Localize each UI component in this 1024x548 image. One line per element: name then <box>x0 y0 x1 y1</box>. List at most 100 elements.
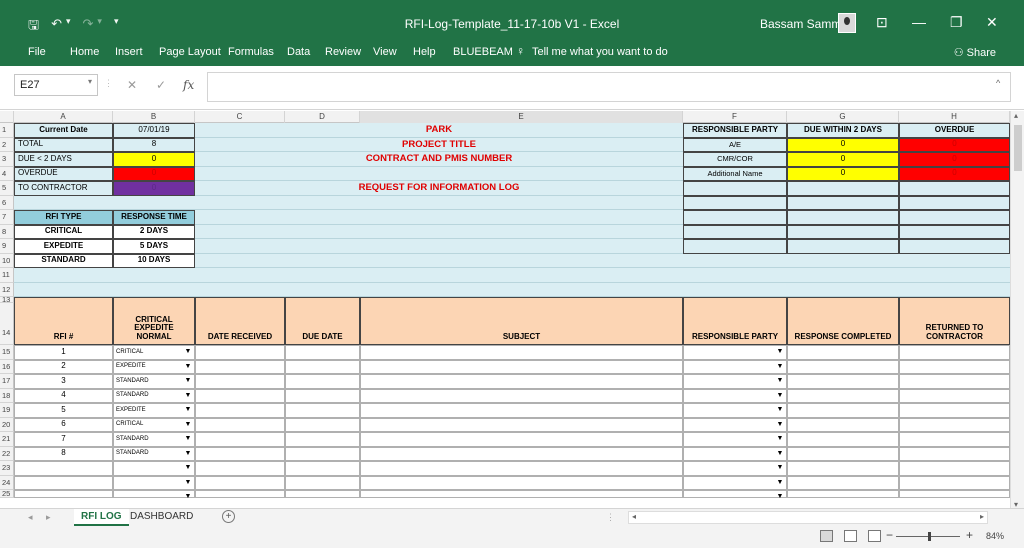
zoom-slider-thumb[interactable] <box>928 532 931 541</box>
tab-file[interactable]: File <box>28 46 46 58</box>
priority-dropdown-icon[interactable]: ▼ <box>183 493 193 501</box>
row-header-21[interactable]: 21 <box>0 432 14 447</box>
enter-icon[interactable]: ✓ <box>156 78 166 92</box>
row-header-5[interactable]: 5 <box>0 181 14 196</box>
row-header-2[interactable]: 2 <box>0 137 14 152</box>
row-header-19[interactable]: 19 <box>0 403 14 418</box>
row-header-7[interactable]: 7 <box>0 210 14 225</box>
formula-input[interactable] <box>207 72 1011 102</box>
vertical-scroll-thumb[interactable] <box>1014 125 1022 171</box>
scroll-right-icon[interactable]: ▸ <box>980 512 984 521</box>
rfi-number <box>14 476 113 491</box>
column-header-f[interactable]: F <box>683 111 787 123</box>
insert-function-icon[interactable]: fx <box>183 78 194 92</box>
scroll-up-icon[interactable]: ▴ <box>1014 111 1018 120</box>
user-avatar[interactable] <box>838 13 856 33</box>
row-header-22[interactable]: 22 <box>0 446 14 461</box>
row-header-6[interactable]: 6 <box>0 195 14 210</box>
tab-review[interactable]: Review <box>325 46 361 58</box>
rfi-number: 4 <box>61 390 66 400</box>
column-header-b[interactable]: B <box>113 111 195 123</box>
row-header-14[interactable]: 14 <box>0 303 14 345</box>
tab-split-icon[interactable]: ⋮ <box>606 512 615 523</box>
tab-formulas[interactable]: Formulas <box>228 46 274 58</box>
log-cell <box>683 388 787 403</box>
horizontal-scrollbar[interactable]: ◂ ▸ <box>628 511 988 524</box>
row-header-15[interactable]: 15 <box>0 345 14 360</box>
row-header-24[interactable]: 24 <box>0 475 14 490</box>
tab-insert[interactable]: Insert <box>115 46 143 58</box>
party-empty-cell <box>899 195 1010 210</box>
row-header-1[interactable]: 1 <box>0 123 14 138</box>
tab-view[interactable]: View <box>373 46 397 58</box>
log-cell <box>899 432 1010 447</box>
name-box[interactable]: E27 <box>14 74 98 96</box>
log-cell <box>360 345 683 360</box>
sheet-tab-rfi-log[interactable]: RFI LOG <box>74 509 129 526</box>
row-header-23[interactable]: 23 <box>0 461 14 476</box>
column-header-g[interactable]: G <box>787 111 899 123</box>
expand-formula-bar-icon[interactable]: ^ <box>996 78 1000 88</box>
lightbulb-icon: ♀ <box>516 44 525 58</box>
zoom-level[interactable]: 84% <box>986 531 1004 541</box>
cancel-icon[interactable]: ✕ <box>127 78 137 92</box>
zoom-in-icon[interactable]: + <box>966 528 973 542</box>
ribbon-display-icon[interactable]: ⊡ <box>876 14 888 31</box>
log-cell <box>360 417 683 432</box>
zoom-out-icon[interactable]: − <box>886 528 893 542</box>
party-name: A/E <box>683 137 787 152</box>
tab-bluebeam[interactable]: BLUEBEAM <box>453 46 513 58</box>
tab-page-layout[interactable]: Page Layout <box>159 46 221 58</box>
log-title: REQUEST FOR INFORMATION LOG <box>358 182 520 194</box>
tab-data[interactable]: Data <box>287 46 310 58</box>
row-header-4[interactable]: 4 <box>0 166 14 181</box>
close-icon[interactable]: ✕ <box>986 14 998 31</box>
select-all-corner[interactable] <box>0 111 14 123</box>
restore-icon[interactable]: ❐ <box>950 14 963 31</box>
minimize-icon[interactable]: — <box>912 14 926 30</box>
prev-sheet-icon[interactable]: ◂ <box>28 512 33 523</box>
total-value: 8 <box>113 137 195 152</box>
row-header-25[interactable]: 25 <box>0 490 14 498</box>
row-header-20[interactable]: 20 <box>0 417 14 432</box>
row-header-11[interactable]: 11 <box>0 268 14 283</box>
worksheet-grid[interactable]: ABCDEFGH 1 2 3 4 5 6 7 8 9 10 11 12 13 14 15 16 17 18 19 20… <box>0 111 1010 509</box>
log-cell <box>195 417 285 432</box>
row-header-9[interactable]: 9 <box>0 239 14 254</box>
row-header-3[interactable]: 3 <box>0 152 14 167</box>
rfi-type-time: 2 DAYS <box>113 224 195 239</box>
rfi-type-name: STANDARD <box>14 253 113 268</box>
log-cell <box>285 345 360 360</box>
ribbon-tabs: File Home Insert Page Layout Formulas Da… <box>0 44 1024 66</box>
party-overdue-value: 0 <box>899 137 1010 152</box>
share-button[interactable]: ⚇ Share <box>954 46 996 59</box>
tab-home[interactable]: Home <box>70 46 99 58</box>
column-header-h[interactable]: H <box>899 111 1010 123</box>
column-header-c[interactable]: C <box>195 111 285 123</box>
row-header-8[interactable]: 8 <box>0 224 14 239</box>
row-header-18[interactable]: 18 <box>0 388 14 403</box>
tell-me-search[interactable]: Tell me what you want to do <box>532 46 668 58</box>
row-header-16[interactable]: 16 <box>0 359 14 374</box>
log-cell <box>787 359 899 374</box>
column-header-d[interactable]: D <box>285 111 360 123</box>
next-sheet-icon[interactable]: ▸ <box>46 512 51 523</box>
log-cell <box>360 461 683 476</box>
scroll-left-icon[interactable]: ◂ <box>632 512 636 521</box>
page-break-view-icon[interactable] <box>868 530 881 542</box>
tab-help[interactable]: Help <box>413 46 436 58</box>
party-empty-cell <box>787 210 899 225</box>
row-header-17[interactable]: 17 <box>0 374 14 389</box>
log-cell <box>899 388 1010 403</box>
column-header-a[interactable]: A <box>14 111 113 123</box>
responsible-party-dropdown-icon[interactable]: ▼ <box>775 493 785 501</box>
sheet-tab-dashboard[interactable]: DASHBOARD <box>130 511 193 522</box>
normal-view-icon[interactable] <box>820 530 833 542</box>
name-box-dropdown-icon[interactable]: ▾ <box>88 77 92 86</box>
row-header-10[interactable]: 10 <box>0 253 14 268</box>
column-header-e[interactable]: E <box>360 111 683 123</box>
page-layout-view-icon[interactable] <box>844 530 857 542</box>
vertical-scrollbar[interactable]: ▴ ▾ <box>1010 111 1024 509</box>
add-sheet-icon[interactable]: + <box>222 510 235 523</box>
log-cell <box>683 359 787 374</box>
